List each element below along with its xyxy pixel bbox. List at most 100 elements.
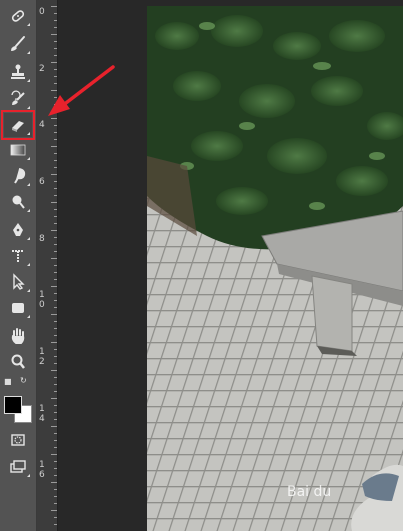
brush-tool[interactable]: [4, 32, 32, 56]
ruler-tick: [54, 55, 57, 56]
pen-icon: [13, 223, 23, 236]
default-colors-icon[interactable]: ■: [4, 377, 12, 386]
ruler-tick: [51, 174, 57, 175]
gradient-tool[interactable]: [4, 138, 32, 162]
pen-tool[interactable]: [4, 218, 32, 242]
ruler-tick: [54, 468, 57, 469]
type-icon: [12, 250, 24, 262]
ruler-label: 4: [39, 414, 45, 424]
ruler-tick: [51, 258, 57, 259]
ruler-tick: [54, 139, 57, 140]
ruler-label: 0: [39, 7, 45, 17]
ruler-tick: [51, 286, 57, 287]
ruler-label: 1: [39, 460, 45, 470]
rectangle-tool[interactable]: [4, 296, 32, 320]
ruler-tick: [54, 244, 57, 245]
ruler-tick: [51, 146, 57, 147]
ruler-tick: [54, 349, 57, 350]
ruler-tick: [51, 34, 57, 35]
ruler-tick: [54, 461, 57, 462]
ruler-tick: [54, 188, 57, 189]
path-selection-tool[interactable]: [4, 270, 32, 294]
ruler-tick: [54, 475, 57, 476]
ruler-tick: [51, 230, 57, 231]
ruler-tick: [51, 370, 57, 371]
blur-tool[interactable]: [4, 164, 32, 188]
photo-image: Bai du: [147, 6, 403, 531]
ruler-tick: [54, 356, 57, 357]
ruler-label: 6: [39, 177, 45, 187]
ruler-tick: [51, 426, 57, 427]
ruler-tick: [54, 433, 57, 434]
history-brush-tool[interactable]: [4, 87, 32, 111]
ruler-tick: [54, 321, 57, 322]
swap-colors-icon[interactable]: ↻: [20, 376, 27, 385]
clone-stamp-tool[interactable]: [4, 60, 32, 84]
ruler-tick: [51, 398, 57, 399]
ruler-tick: [54, 216, 57, 217]
ruler-tick: [54, 97, 57, 98]
ruler-tick: [54, 419, 57, 420]
ruler-label: 2: [39, 64, 45, 74]
healing-brush-tool[interactable]: [4, 4, 32, 28]
clone-stamp-icon: [11, 64, 25, 79]
ruler-tick: [51, 62, 57, 63]
dodge-tool[interactable]: [4, 190, 32, 214]
zoom-icon: [11, 354, 25, 369]
screen-mode-icon: [10, 460, 26, 473]
ruler-tick: [54, 132, 57, 133]
vertical-ruler: 0 2 4 6 8 1 0 1 2 1 4 1 6: [37, 0, 58, 531]
ruler-tick: [54, 300, 57, 301]
eraser-tool[interactable]: [1, 110, 35, 140]
ruler-tick: [54, 251, 57, 252]
screen-mode-button[interactable]: [4, 455, 32, 479]
ruler-tick: [51, 202, 57, 203]
path-selection-icon: [13, 273, 25, 290]
zoom-tool[interactable]: [4, 350, 32, 374]
ruler-tick: [54, 489, 57, 490]
ruler-tick: [54, 391, 57, 392]
eraser-icon: [12, 121, 24, 132]
ruler-tick: [54, 209, 57, 210]
ruler-label: 1: [39, 347, 45, 357]
ruler-tick: [54, 181, 57, 182]
ruler-tick: [51, 6, 57, 7]
ruler-tick: [54, 293, 57, 294]
ruler-label: 8: [39, 234, 45, 244]
ruler-tick: [54, 440, 57, 441]
ruler-tick: [51, 510, 57, 511]
ruler-tick: [54, 328, 57, 329]
ruler-tick: [54, 104, 57, 105]
ruler-tick: [54, 503, 57, 504]
ruler-tick: [54, 167, 57, 168]
ruler-tick: [54, 363, 57, 364]
ruler-tick: [54, 153, 57, 154]
ruler-tick: [54, 41, 57, 42]
ruler-tick: [54, 13, 57, 14]
ruler-tick: [54, 447, 57, 448]
ruler-label: 6: [39, 470, 45, 480]
healing-brush-icon: [11, 10, 25, 22]
dodge-icon: [12, 195, 25, 209]
type-tool[interactable]: [4, 244, 32, 268]
ruler-tick: [54, 405, 57, 406]
canvas-background: [58, 0, 147, 531]
quick-mask-button[interactable]: [4, 428, 32, 452]
ruler-tick: [54, 48, 57, 49]
ruler-tick: [54, 76, 57, 77]
rectangle-icon: [12, 303, 24, 313]
ruler-tick: [54, 83, 57, 84]
ruler-label: 1: [39, 404, 45, 414]
document-canvas[interactable]: Bai du: [147, 6, 403, 531]
foreground-color-swatch[interactable]: [4, 396, 22, 414]
ruler-tick: [54, 377, 57, 378]
svg-text:Bai du: Bai du: [287, 484, 331, 500]
ruler-label: 0: [39, 300, 45, 310]
ruler-tick: [51, 90, 57, 91]
ruler-tick: [54, 160, 57, 161]
ruler-tick: [54, 384, 57, 385]
ruler-tick: [54, 223, 57, 224]
brush-icon: [11, 36, 25, 51]
ruler-tick: [51, 454, 57, 455]
hand-tool[interactable]: [4, 324, 32, 348]
